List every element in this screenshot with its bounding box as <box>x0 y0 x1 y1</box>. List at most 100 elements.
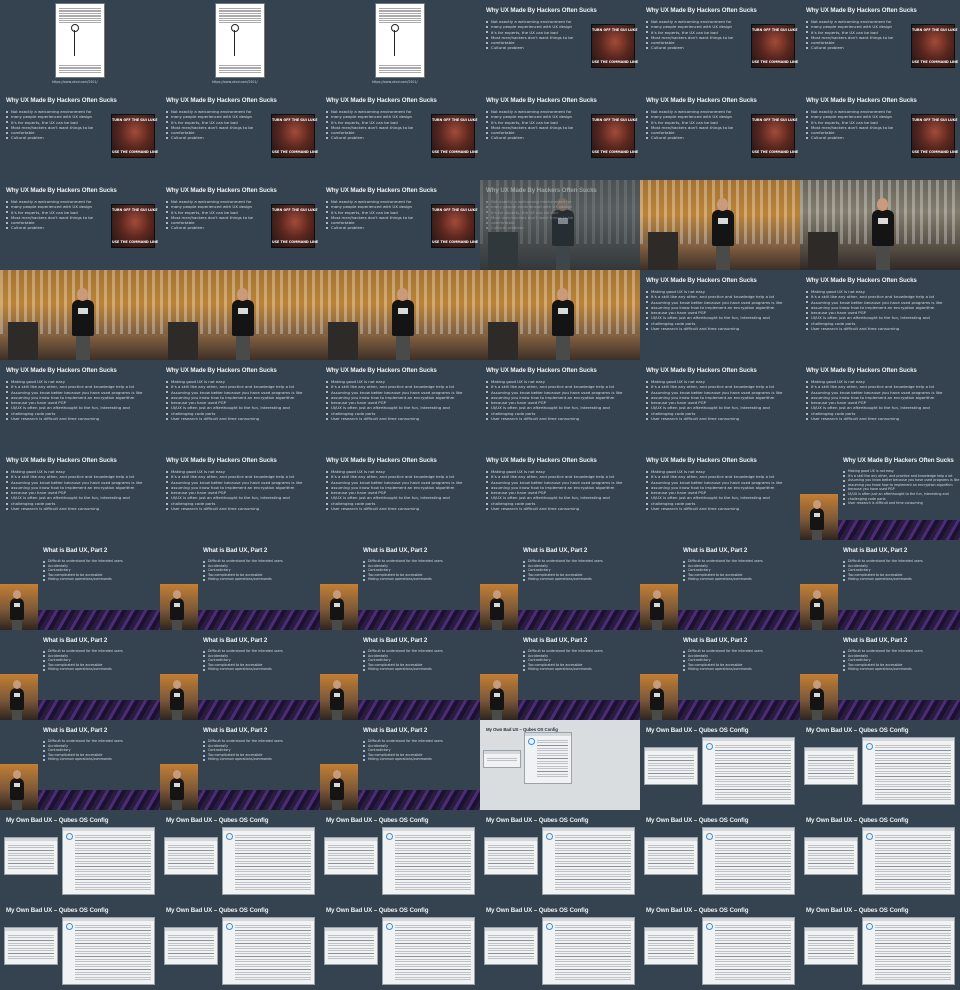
slide-title: What is Bad UX, Part 2 <box>683 637 748 644</box>
thumbnail-good-ux-split[interactable]: Why UX Made By Hackers Often Sucks Making… <box>800 450 960 540</box>
thumbnail-qubes[interactable]: My Own Bad UX – Qubes OS Config <box>0 900 160 990</box>
thumbnail-ux-hackers[interactable]: Why UX Made By Hackers Often Sucks Not ex… <box>320 90 480 180</box>
bullet-item: Hiding common operations/commands <box>523 667 603 672</box>
thumbnail-good-ux[interactable]: Why UX Made By Hackers Often Sucks Making… <box>320 450 480 540</box>
thumbnail-good-ux[interactable]: Why UX Made By Hackers Often Sucks Making… <box>480 360 640 450</box>
thumbnail-good-ux[interactable]: Why UX Made By Hackers Often Sucks Making… <box>160 450 320 540</box>
thumbnail-ux-hackers[interactable]: Why UX Made By Hackers Often Sucks Not ex… <box>160 180 320 270</box>
thumbnail-qubes-transition[interactable]: My Own Bad UX – Qubes OS Config <box>480 720 640 810</box>
qubes-settings-window <box>644 927 698 965</box>
thumbnail-qubes[interactable]: My Own Bad UX – Qubes OS Config <box>800 900 960 990</box>
shirt-logo-graphic <box>494 603 500 607</box>
thumbnail-comic[interactable]: https://www.xkcd.com/2501/ <box>160 0 320 90</box>
thumbnail-good-ux[interactable]: Why UX Made By Hackers Often Sucks Making… <box>0 450 160 540</box>
slide-title: Why UX Made By Hackers Often Sucks <box>806 367 917 374</box>
thumbnail-bad-ux-2[interactable]: What is Bad UX, Part 2 Difficult to under… <box>160 630 320 720</box>
thumbnail-ux-transition[interactable]: Why UX Made By Hackers Often Sucks Not ex… <box>480 180 640 270</box>
thumbnail-bad-ux-2[interactable]: What is Bad UX, Part 2 Difficult to under… <box>480 540 640 630</box>
thumbnail-qubes[interactable]: My Own Bad UX – Qubes OS Config <box>160 900 320 990</box>
thumbnail-qubes[interactable]: My Own Bad UX – Qubes OS Config <box>0 810 160 900</box>
thumbnail-good-ux[interactable]: Why UX Made By Hackers Often Sucks Making… <box>640 360 800 450</box>
bullet-list: Not exactly a welcoming environment for m… <box>486 109 573 141</box>
thumbnail-ux-hackers[interactable]: Why UX Made By Hackers Often Sucks Not ex… <box>800 0 960 90</box>
thumbnail-bad-ux-2[interactable]: What is Bad UX, Part 2 Difficult to under… <box>160 720 320 810</box>
speaker-body <box>330 778 344 800</box>
thumbnail-bad-ux-2[interactable]: What is Bad UX, Part 2 Difficult to under… <box>640 540 800 630</box>
thumbnail-bad-ux-2[interactable]: What is Bad UX, Part 2 Difficult to under… <box>320 540 480 630</box>
speaker-body <box>10 778 24 800</box>
shirt-logo-graphic <box>174 783 180 787</box>
speaker-head <box>13 590 21 599</box>
thumbnail-qubes[interactable]: My Own Bad UX – Qubes OS Config <box>800 810 960 900</box>
thumbnail-qubes[interactable]: My Own Bad UX – Qubes OS Config <box>480 810 640 900</box>
thumbnail-ux-hackers[interactable]: Why UX Made By Hackers Often Sucks Not ex… <box>480 90 640 180</box>
thumbnail-good-ux[interactable]: Why UX Made By Hackers Often Sucks Making… <box>0 360 160 450</box>
window-titlebar <box>165 838 217 841</box>
thumbnail-comic[interactable]: https://www.xkcd.com/2501/ <box>320 0 480 90</box>
thumbnail-qubes[interactable]: My Own Bad UX – Qubes OS Config <box>480 900 640 990</box>
qubes-settings-window <box>862 827 955 895</box>
speaker-legs <box>332 800 342 810</box>
thumbnail-ux-hackers[interactable]: Why UX Made By Hackers Often Sucks Not ex… <box>800 90 960 180</box>
speaker-camera <box>160 674 198 720</box>
thumbnail-qubes[interactable]: My Own Bad UX – Qubes OS Config <box>800 720 960 810</box>
thumbnail-photo[interactable] <box>800 180 960 270</box>
speaker-head <box>173 770 181 779</box>
thumbnail-ux-hackers[interactable]: Why UX Made By Hackers Often Sucks Not ex… <box>0 90 160 180</box>
thumbnail-photo-warm[interactable] <box>320 270 480 360</box>
thumbnail-ux-hackers[interactable]: Why UX Made By Hackers Often Sucks Not ex… <box>160 90 320 180</box>
slide-title: Why UX Made By Hackers Often Sucks <box>486 97 597 104</box>
thumbnail-comic[interactable]: https://www.xkcd.com/2501/ <box>0 0 160 90</box>
speaker-legs <box>812 710 822 720</box>
window-titlebar <box>805 748 857 751</box>
thumbnail-photo-warm[interactable] <box>480 270 640 360</box>
thumbnail-photo-warm[interactable] <box>160 270 320 360</box>
thumbnail-photo-warm[interactable] <box>0 270 160 360</box>
qubes-settings-window <box>484 837 538 875</box>
thumbnail-ux-hackers[interactable]: Why UX Made By Hackers Often Sucks Not ex… <box>0 180 160 270</box>
speaker-head <box>333 770 341 779</box>
thumbnail-good-ux[interactable]: Why UX Made By Hackers Often Sucks Making… <box>640 270 800 360</box>
thumbnail-qubes[interactable]: My Own Bad UX – Qubes OS Config <box>640 900 800 990</box>
thumbnail-bad-ux-2[interactable]: What is Bad UX, Part 2 Difficult to under… <box>320 630 480 720</box>
thumbnail-good-ux[interactable]: Why UX Made By Hackers Often Sucks Making… <box>480 450 640 540</box>
thumbnail-good-ux[interactable]: Why UX Made By Hackers Often Sucks Making… <box>640 450 800 540</box>
meme-image: TURN OFF THE GUI LUKE USE THE COMMAND LIN… <box>911 114 958 158</box>
thumbnail-qubes[interactable]: My Own Bad UX – Qubes OS Config <box>160 810 320 900</box>
settings-form <box>395 923 471 980</box>
thumbnail-good-ux[interactable]: Why UX Made By Hackers Often Sucks Making… <box>160 360 320 450</box>
thumbnail-qubes[interactable]: My Own Bad UX – Qubes OS Config <box>320 810 480 900</box>
thumbnail-ux-hackers[interactable]: Why UX Made By Hackers Often Sucks Not ex… <box>480 0 640 90</box>
thumbnail-bad-ux-2[interactable]: What is Bad UX, Part 2 Difficult to under… <box>320 720 480 810</box>
thumbnail-qubes[interactable]: My Own Bad UX – Qubes OS Config <box>640 720 800 810</box>
thumbnail-qubes[interactable]: My Own Bad UX – Qubes OS Config <box>640 810 800 900</box>
thumbnail-bad-ux-2[interactable]: What is Bad UX, Part 2 Difficult to under… <box>800 630 960 720</box>
thumbnail-ux-hackers[interactable]: Why UX Made By Hackers Often Sucks Not ex… <box>320 180 480 270</box>
thumbnail-bad-ux-2[interactable]: What is Bad UX, Part 2 Difficult to under… <box>0 720 160 810</box>
thumbnail-bad-ux-2[interactable]: What is Bad UX, Part 2 Difficult to under… <box>0 540 160 630</box>
thumbnail-ux-hackers[interactable]: Why UX Made By Hackers Often Sucks Not ex… <box>640 90 800 180</box>
thumbnail-qubes[interactable]: My Own Bad UX – Qubes OS Config <box>320 900 480 990</box>
thumbnail-photo-warm[interactable] <box>640 180 800 270</box>
bullet-list: Making good UX is not easy It's a skill l… <box>486 379 622 421</box>
thumbnail-bad-ux-2[interactable]: What is Bad UX, Part 2 Difficult to under… <box>160 540 320 630</box>
qubes-settings-window <box>644 837 698 875</box>
thumbnail-good-ux[interactable]: Why UX Made By Hackers Often Sucks Making… <box>320 360 480 450</box>
thumbnail-bad-ux-2[interactable]: What is Bad UX, Part 2 Difficult to under… <box>0 630 160 720</box>
thumbnail-bad-ux-2[interactable]: What is Bad UX, Part 2 Difficult to under… <box>640 630 800 720</box>
thumbnail-ux-hackers[interactable]: Why UX Made By Hackers Often Sucks Not ex… <box>640 0 800 90</box>
slide-title: Why UX Made By Hackers Often Sucks <box>326 187 437 194</box>
thumbnail-bad-ux-2[interactable]: What is Bad UX, Part 2 Difficult to under… <box>480 630 640 720</box>
bullet-item: Hiding common operations/commands <box>203 577 283 582</box>
thumbnail-good-ux[interactable]: Why UX Made By Hackers Often Sucks Making… <box>800 270 960 360</box>
settings-form <box>648 933 694 960</box>
shirt-logo-graphic <box>334 693 340 697</box>
bullet-list: Making good UX is not easy It's a skill l… <box>806 379 942 421</box>
qubes-settings-window <box>324 837 378 875</box>
speaker-head <box>557 288 568 301</box>
thumbnail-good-ux[interactable]: Why UX Made By Hackers Often Sucks Making… <box>800 360 960 450</box>
slide-title: Why UX Made By Hackers Often Sucks <box>166 97 277 104</box>
slide-title: Why UX Made By Hackers Often Sucks <box>486 187 597 194</box>
speaker-legs <box>396 336 410 360</box>
thumbnail-bad-ux-2[interactable]: What is Bad UX, Part 2 Difficult to under… <box>800 540 960 630</box>
